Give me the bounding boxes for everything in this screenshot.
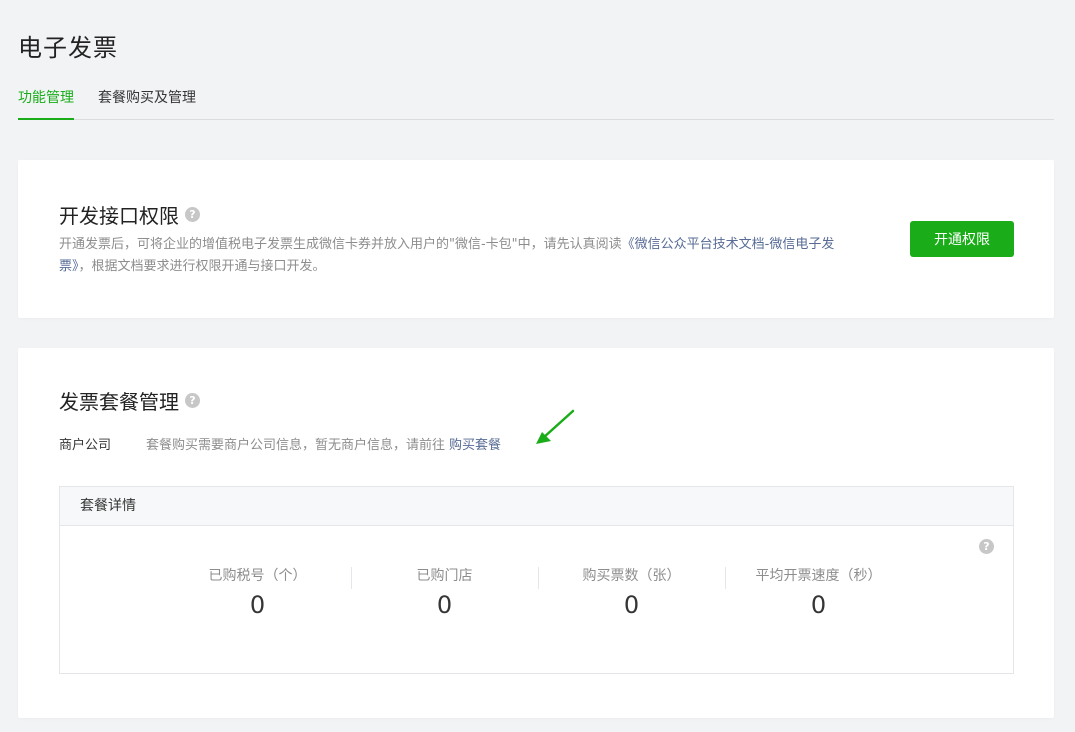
page-title: 电子发票 <box>18 34 118 62</box>
stat-label: 已购税号（个） <box>208 568 307 584</box>
api-section-title: 开发接口权限 ? <box>59 200 200 229</box>
buy-package-link[interactable]: 购买套餐 <box>449 434 501 453</box>
page: 电子发票 功能管理 套餐购买及管理 开发接口权限 ? 开通发票后，可将企业的增值… <box>0 0 1075 732</box>
question-circle-icon[interactable]: ? <box>979 539 994 554</box>
api-description: 开通发票后，可将企业的增值税电子发票生成微信卡券并放入用户的"微信-卡包"中，请… <box>59 234 839 278</box>
api-section-title-text: 开发接口权限 <box>59 204 179 228</box>
open-permission-button[interactable]: 开通权限 <box>910 221 1014 257</box>
tab-package-purchase[interactable]: 套餐购买及管理 <box>98 86 196 120</box>
api-desc-after: ，根据文档要求进行权限开通与接口开发。 <box>78 259 326 274</box>
stat-speed: 平均开票速度（秒） 0 <box>725 565 912 619</box>
stat-label: 购买票数（张） <box>582 568 681 584</box>
stat-value: 0 <box>623 591 640 619</box>
package-detail-header: 套餐详情 <box>60 487 1013 526</box>
package-detail-box: 套餐详情 ? 已购税号（个） 0 已购门店 0 购买票数（张） 0 平均开票速度… <box>59 486 1014 674</box>
merchant-label: 商户公司 <box>59 438 112 453</box>
tab-function-management[interactable]: 功能管理 <box>18 86 74 120</box>
stat-value: 0 <box>436 591 453 619</box>
question-circle-icon[interactable]: ? <box>185 393 200 408</box>
green-arrow-icon <box>536 409 575 444</box>
stat-tax-ids: 已购税号（个） 0 <box>164 565 351 619</box>
api-desc-before: 开通发票后，可将企业的增值税电子发票生成微信卡券并放入用户的"微信-卡包"中，请… <box>59 237 622 252</box>
package-section-title: 发票套餐管理 ? <box>59 386 200 415</box>
question-circle-icon[interactable]: ? <box>185 207 200 222</box>
stat-value: 0 <box>810 591 827 619</box>
stat-label: 已购门店 <box>416 568 473 584</box>
package-section-title-text: 发票套餐管理 <box>59 390 179 414</box>
tab-bar: 功能管理 套餐购买及管理 <box>18 86 1054 120</box>
merchant-info-text: 套餐购买需要商户公司信息，暂无商户信息，请前往 <box>146 438 446 453</box>
stat-label: 平均开票速度（秒） <box>755 568 882 584</box>
stat-tickets: 购买票数（张） 0 <box>538 565 725 619</box>
stat-value: 0 <box>249 591 266 619</box>
stats-row: 已购税号（个） 0 已购门店 0 购买票数（张） 0 平均开票速度（秒） 0 <box>164 565 912 619</box>
stat-stores: 已购门店 0 <box>351 565 538 619</box>
api-permission-card: 开发接口权限 ? 开通发票后，可将企业的增值税电子发票生成微信卡券并放入用户的"… <box>18 160 1054 318</box>
package-management-card: 发票套餐管理 ? 商户公司 套餐购买需要商户公司信息，暂无商户信息，请前往 购买… <box>18 348 1054 718</box>
merchant-row: 商户公司 套餐购买需要商户公司信息，暂无商户信息，请前往 购买套餐 <box>59 434 501 453</box>
